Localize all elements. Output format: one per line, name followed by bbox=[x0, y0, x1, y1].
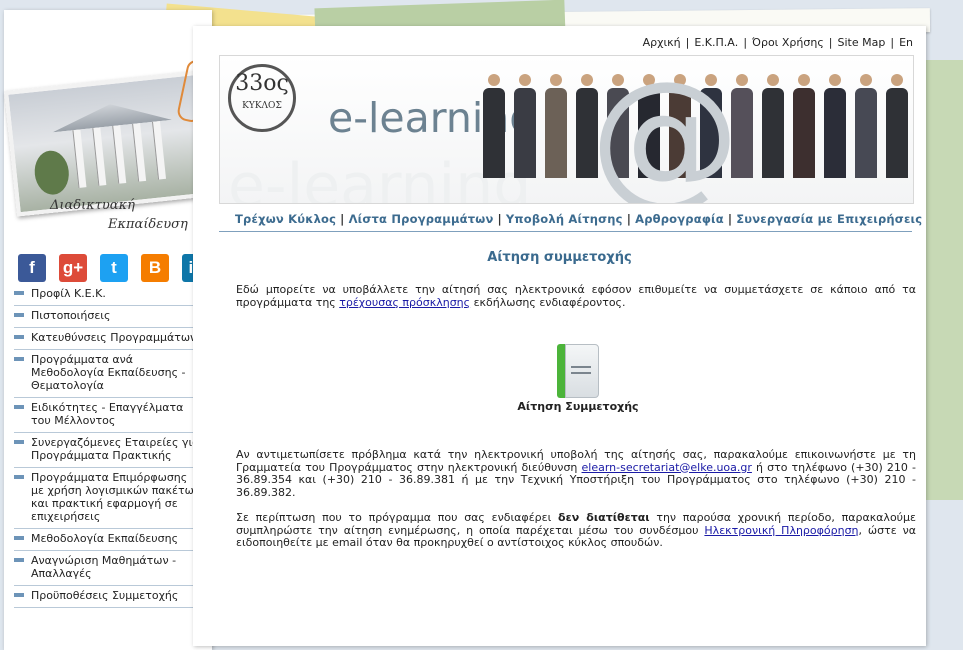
facebook-icon[interactable]: f bbox=[18, 254, 46, 282]
cycle-badge: 33ος ΚΥΚΛΟΣ bbox=[228, 64, 296, 132]
twitter-icon[interactable]: t bbox=[100, 254, 128, 282]
sidebar-menu-item[interactable]: Κατευθύνσεις Προγραμμάτων bbox=[14, 328, 206, 350]
link-separator: | bbox=[685, 36, 690, 49]
top-link[interactable]: Ε.Κ.Π.Α. bbox=[694, 36, 738, 49]
sub-navigation: Τρέχων Κύκλος | Λίστα Προγραμμάτων | Υποβολή… bbox=[235, 212, 922, 226]
sidebar-menu-item[interactable]: Συνεργαζόμενες Εταιρείες για Προγράμματα… bbox=[14, 433, 206, 468]
sidebar-menu-item[interactable]: Πιστοποιήσεις bbox=[14, 306, 206, 328]
page-title: Αίτηση συμμετοχής bbox=[487, 250, 632, 265]
sidebar-menu-item[interactable]: Μεθοδολογία Εκπαίδευσης bbox=[14, 529, 206, 551]
problem-paragraph: Αν αντιμετωπίσετε πρόβλημα κατά την ηλεκ… bbox=[236, 448, 916, 499]
subnav-link[interactable]: Αρθρογραφία bbox=[635, 212, 724, 226]
current-call-link[interactable]: τρέχουσας πρόσκλησης bbox=[339, 296, 470, 309]
sidebar-menu: Προφίλ Κ.Ε.Κ. Πιστοποιήσεις Κατευθύνσεις Π… bbox=[14, 284, 206, 608]
subnav-divider bbox=[219, 231, 912, 232]
subnav-link[interactable]: Συνεργασία με Επιχειρήσεις bbox=[736, 212, 922, 226]
top-link[interactable]: Όροι Χρήσης bbox=[752, 36, 824, 49]
subnav-separator: | bbox=[340, 212, 345, 226]
sidebar: Διαδικτυακή Εκπαίδευση fg+tBin Προφίλ Κ.… bbox=[3, 10, 225, 650]
electronic-information-link[interactable]: Ηλεκτρονική Πληροφόρηση bbox=[704, 524, 858, 537]
apply-button-label[interactable]: Αίτηση Συμμετοχής bbox=[193, 400, 963, 413]
notification-paragraph: Σε περίπτωση που το πρόγραμμα που σας εν… bbox=[236, 511, 916, 549]
at-sign-graphic: @ bbox=[590, 55, 740, 204]
subnav-separator: | bbox=[727, 212, 733, 226]
subnav-link[interactable]: Υποβολή Αίτησης bbox=[506, 212, 623, 226]
sidebar-menu-item[interactable]: Προγράμματα Επιμόρφωσης με χρήση λογισμι… bbox=[14, 468, 206, 529]
background-paper-right bbox=[923, 60, 963, 500]
link-separator: | bbox=[828, 36, 833, 49]
top-link[interactable]: En bbox=[899, 36, 913, 49]
social-links: fg+tBin bbox=[18, 254, 210, 282]
blogger-icon[interactable]: B bbox=[141, 254, 169, 282]
header-banner: e-learning 33ος ΚΥΚΛΟΣ e-learning @ bbox=[219, 55, 914, 204]
sidebar-menu-item[interactable]: Προφίλ Κ.Ε.Κ. bbox=[14, 284, 206, 306]
link-separator: | bbox=[743, 36, 748, 49]
sidebar-menu-item[interactable]: Αναγνώριση Μαθημάτων - Απαλλαγές bbox=[14, 551, 206, 586]
application-book-icon[interactable] bbox=[557, 344, 599, 398]
sidebar-menu-item[interactable]: Ειδικότητες - Επαγγέλματα του Μέλλοντος bbox=[14, 398, 206, 433]
sidebar-menu-item[interactable]: Προγράμματα ανά Μεθοδολογία Εκπαίδευσης … bbox=[14, 350, 206, 398]
subnav-separator: | bbox=[626, 212, 632, 226]
sidebar-menu-item[interactable]: Προϋποθέσεις Συμμετοχής bbox=[14, 586, 206, 608]
main-panel: Αρχική | Ε.Κ.Π.Α. | Όροι Χρήσης | Site Map | En … bbox=[193, 26, 926, 646]
subnav-link[interactable]: Λίστα Προγραμμάτων bbox=[349, 212, 494, 226]
google-plus-icon[interactable]: g+ bbox=[59, 254, 87, 282]
subnav-separator: | bbox=[497, 212, 502, 226]
subnav-link[interactable]: Τρέχων Κύκλος bbox=[235, 212, 336, 226]
site-script-title: Διαδικτυακή Εκπαίδευση bbox=[50, 198, 188, 232]
top-links: Αρχική | Ε.Κ.Π.Α. | Όροι Χρήσης | Site Map | En bbox=[643, 36, 913, 49]
link-separator: | bbox=[890, 36, 895, 49]
intro-paragraph: Εδώ μπορείτε να υποβάλλετε την αίτησή σα… bbox=[236, 283, 916, 309]
top-link[interactable]: Αρχική bbox=[643, 36, 681, 49]
secretariat-email-link[interactable]: elearn-secretariat@elke.uoa.gr bbox=[582, 461, 752, 474]
top-link[interactable]: Site Map bbox=[838, 36, 886, 49]
